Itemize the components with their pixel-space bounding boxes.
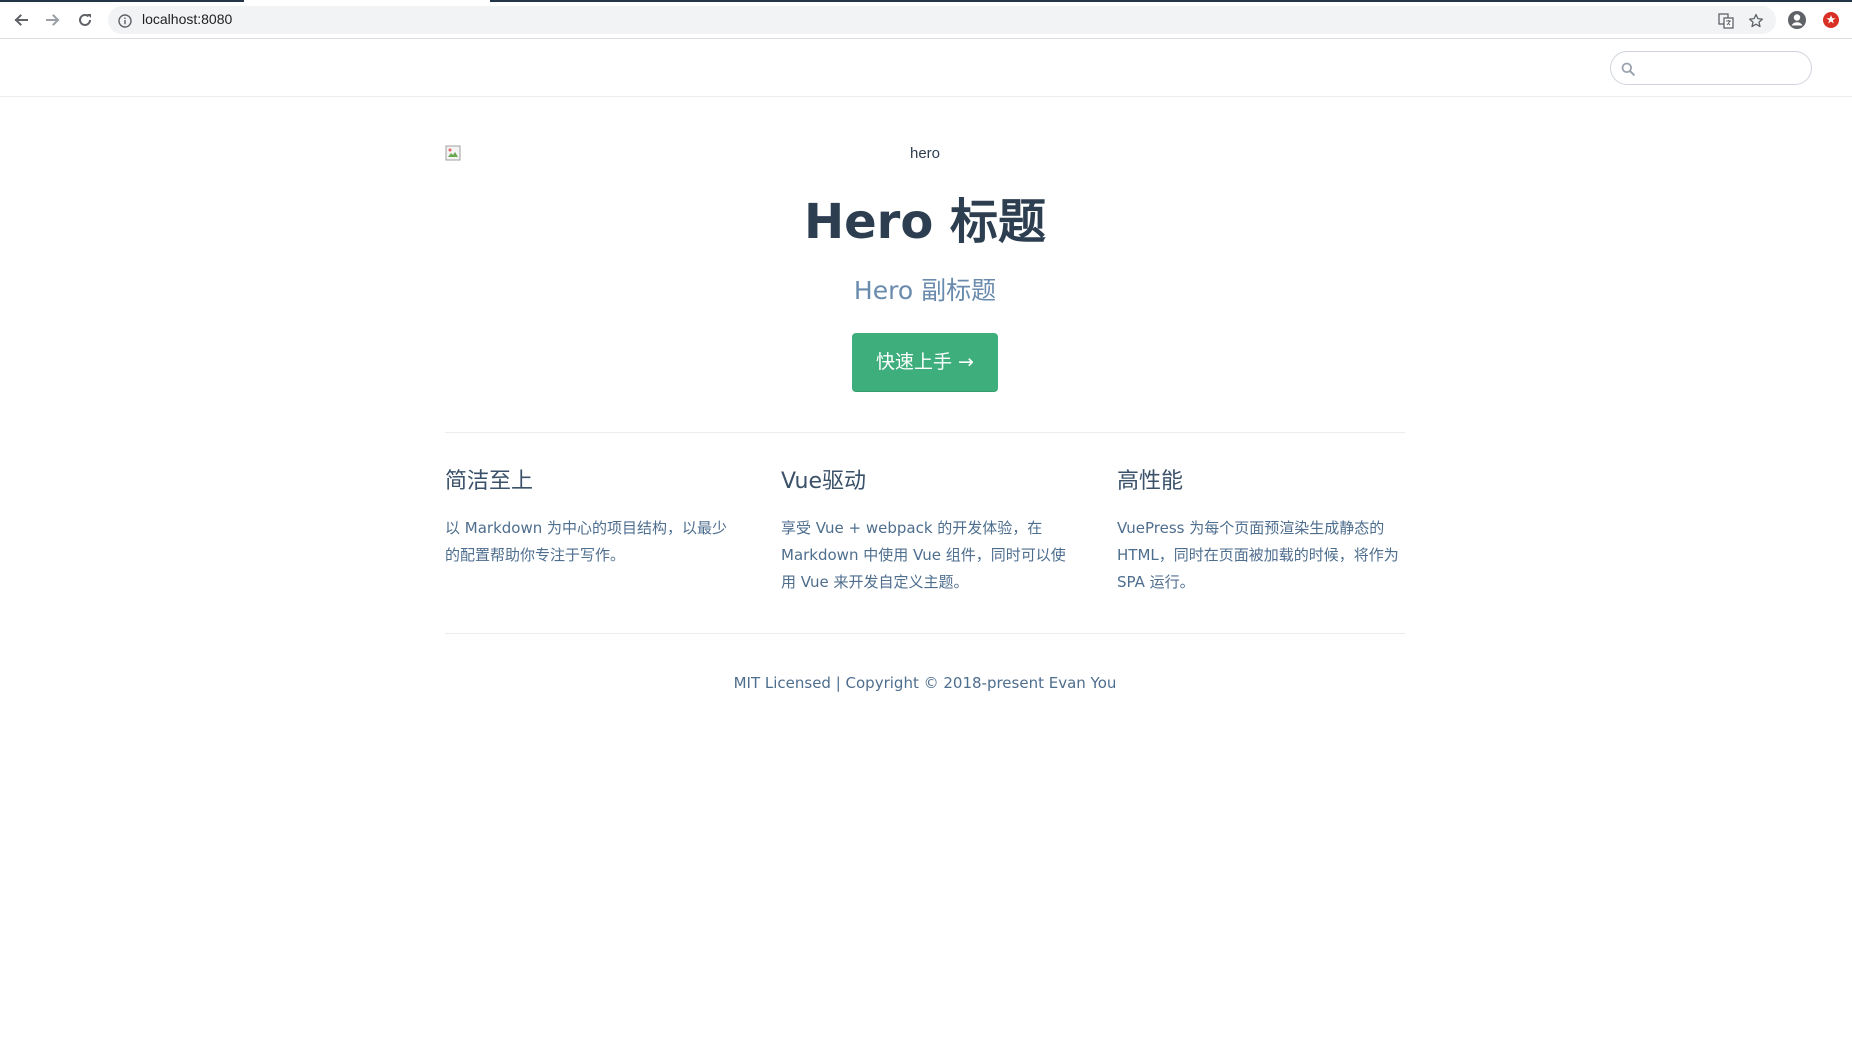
extension-icon: [1823, 12, 1839, 28]
feature-details: VuePress 为每个页面预渲染生成静态的 HTML，同时在页面被加载的时候，…: [1117, 519, 1399, 591]
info-icon[interactable]: [118, 13, 132, 32]
reload-button[interactable]: [74, 9, 96, 31]
feature-details: 享受 Vue + webpack 的开发体验，在 Markdown 中使用 Vu…: [781, 519, 1066, 591]
hero-title: Hero 标题: [803, 194, 1047, 250]
search-icon: [1621, 61, 1635, 80]
star-icon[interactable]: [1748, 13, 1764, 29]
site-navbar: [0, 39, 1852, 97]
url-text: localhost:8080: [142, 11, 233, 27]
feature-details: 以 Markdown 为中心的项目结构，以最少的配置帮助你专注于写作。: [445, 519, 727, 564]
account-button[interactable]: [1786, 9, 1808, 31]
feature-item: 高性能 VuePress 为每个页面预渲染生成静态的 HTML，同时在页面被加载…: [1117, 467, 1405, 633]
feature-title: Vue驱动: [781, 469, 867, 494]
home-page: hero Hero 标题 Hero 副标题 快速上手 → 简洁至上 以 Mark…: [445, 97, 1405, 692]
feature-item: 简洁至上 以 Markdown 为中心的项目结构，以最少的配置帮助你专注于写作。: [445, 467, 733, 633]
arrow-left-icon: [14, 14, 28, 26]
reload-icon: [79, 13, 91, 26]
hero-image-alt: hero: [909, 145, 941, 162]
search-input[interactable]: [1643, 56, 1803, 80]
back-button[interactable]: [10, 9, 32, 31]
search-box[interactable]: [1610, 51, 1812, 85]
feature-title: 简洁至上: [445, 469, 534, 494]
get-started-button[interactable]: 快速上手 →: [852, 333, 998, 392]
hero-image: hero: [445, 145, 1405, 175]
features: 简洁至上 以 Markdown 为中心的项目结构，以最少的配置帮助你专注于写作。…: [445, 433, 1405, 633]
arrow-right-icon: [46, 14, 60, 26]
hero-subtitle: Hero 副标题: [853, 276, 997, 305]
hero-section: hero Hero 标题 Hero 副标题 快速上手 →: [445, 145, 1405, 392]
extension-button[interactable]: [1820, 9, 1842, 31]
forward-button[interactable]: [42, 9, 64, 31]
address-bar[interactable]: localhost:8080: [108, 6, 1776, 34]
feature-item: Vue驱动 享受 Vue + webpack 的开发体验，在 Markdown …: [781, 467, 1069, 633]
account-icon: [1788, 11, 1806, 29]
feature-title: 高性能: [1117, 469, 1184, 494]
translate-icon[interactable]: [1718, 13, 1734, 29]
footer: MIT Licensed | Copyright © 2018-present …: [733, 674, 1117, 692]
browser-toolbar: localhost:8080: [0, 0, 1852, 39]
